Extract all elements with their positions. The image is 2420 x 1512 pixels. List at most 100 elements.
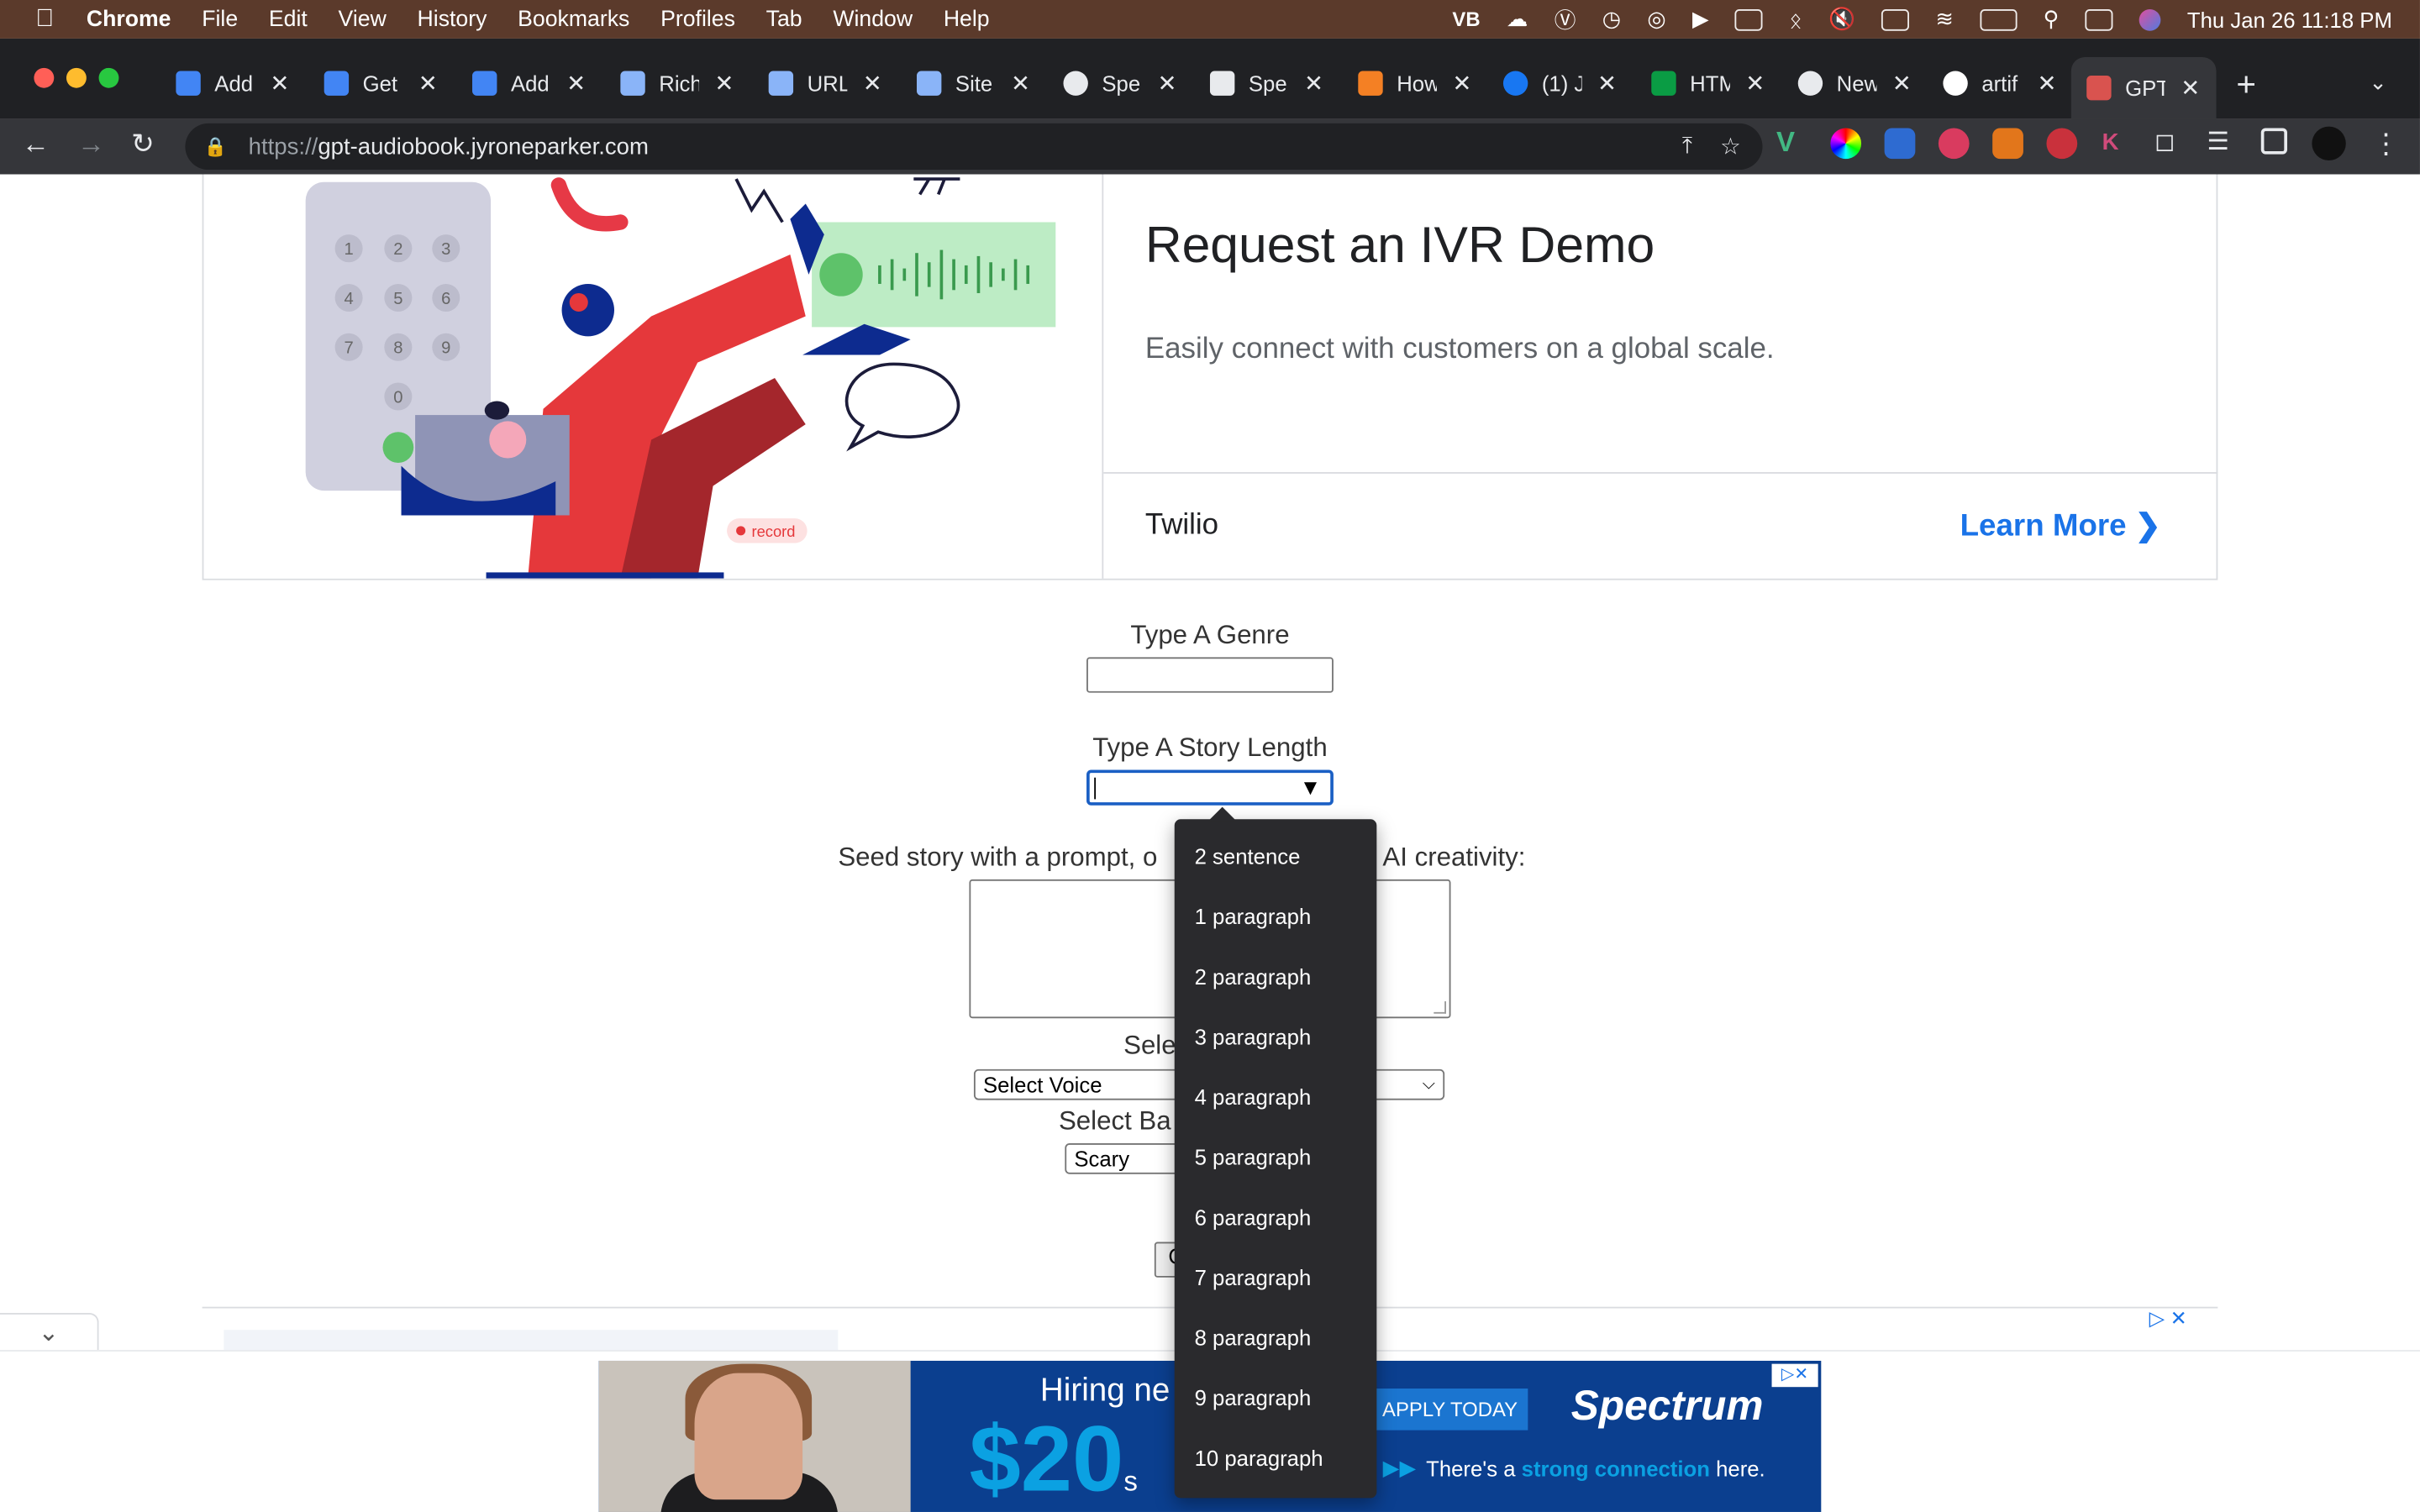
tab[interactable]: URL ✕ bbox=[768, 57, 882, 109]
menu-help[interactable]: Help bbox=[944, 7, 990, 31]
tab[interactable]: Site ✕ bbox=[916, 57, 1030, 109]
tab[interactable]: Add ✕ bbox=[176, 57, 290, 109]
apply-today-button[interactable]: APPLY TODAY bbox=[1371, 1389, 1528, 1431]
window-icon[interactable] bbox=[1735, 8, 1764, 30]
reading-list-icon[interactable]: ☰ bbox=[2207, 128, 2238, 159]
close-tab-icon[interactable]: ✕ bbox=[1452, 70, 1471, 97]
cloud-icon[interactable]: ☁ bbox=[1507, 6, 1528, 32]
option-3-paragraph[interactable]: 3 paragraph bbox=[1195, 1025, 1312, 1049]
back-icon[interactable]: ← bbox=[22, 128, 50, 160]
side-panel-icon[interactable] bbox=[2260, 128, 2287, 155]
tab[interactable]: artif ✕ bbox=[1943, 57, 2057, 109]
url-text[interactable]: https://gpt-audiobook.jyroneparker.com bbox=[249, 134, 649, 160]
vue-extension-icon[interactable]: V bbox=[1776, 127, 1807, 158]
lock-icon[interactable]: 🔒 bbox=[203, 136, 226, 158]
siri-icon[interactable] bbox=[2139, 8, 2161, 30]
dropdown-arrow-icon[interactable]: ▼ bbox=[1300, 774, 1321, 799]
close-tab-icon[interactable]: ✕ bbox=[714, 70, 734, 97]
wifi-icon[interactable]: ≋ bbox=[1936, 6, 1954, 32]
airdrop-icon[interactable]: ◎ bbox=[1647, 6, 1665, 32]
close-tab-icon[interactable]: ✕ bbox=[2037, 70, 2056, 97]
control-center-icon[interactable] bbox=[2085, 8, 2113, 30]
extension-icon[interactable] bbox=[2046, 128, 2078, 160]
tab[interactable]: Rich ✕ bbox=[620, 57, 734, 109]
menu-kebab-icon[interactable]: ⋮ bbox=[2372, 128, 2403, 159]
close-tab-icon[interactable]: ✕ bbox=[566, 70, 586, 97]
ad-close-icon[interactable]: ▷✕ bbox=[1771, 1363, 1818, 1388]
avatar[interactable] bbox=[2312, 126, 2346, 161]
option-7-paragraph[interactable]: 7 paragraph bbox=[1195, 1265, 1312, 1289]
menu-profiles[interactable]: Profiles bbox=[660, 7, 735, 31]
new-tab-button[interactable]: + bbox=[2236, 65, 2256, 105]
tab[interactable]: Add ✕ bbox=[472, 57, 586, 109]
share-icon[interactable]: ⤒ bbox=[1682, 133, 1692, 160]
resize-grip-icon[interactable] bbox=[1434, 1001, 1446, 1014]
option-6-paragraph[interactable]: 6 paragraph bbox=[1195, 1205, 1312, 1229]
minimize-window-button[interactable] bbox=[66, 67, 87, 88]
menu-edit[interactable]: Edit bbox=[269, 7, 308, 31]
genre-input[interactable] bbox=[1086, 657, 1334, 693]
puzzle-icon[interactable]: ◻ bbox=[2154, 128, 2186, 159]
tab-active[interactable]: GPT ✕ bbox=[2070, 56, 2216, 119]
close-tab-icon[interactable]: ✕ bbox=[270, 70, 289, 97]
spotlight-icon[interactable]: ⚲ bbox=[2044, 6, 2060, 32]
option-8-paragraph[interactable]: 8 paragraph bbox=[1195, 1326, 1312, 1350]
tab[interactable]: Spe ✕ bbox=[1209, 57, 1323, 109]
tab-search-chevron-icon[interactable]: ⌄ bbox=[2369, 70, 2387, 96]
ad-brand[interactable]: Twilio bbox=[1145, 509, 1218, 543]
time-machine-icon[interactable]: ◷ bbox=[1602, 6, 1621, 32]
close-tab-icon[interactable]: ✕ bbox=[1304, 70, 1323, 97]
extension-icon[interactable] bbox=[1884, 128, 1916, 160]
option-5-paragraph[interactable]: 5 paragraph bbox=[1195, 1145, 1312, 1169]
close-window-button[interactable] bbox=[34, 67, 55, 88]
option-2-sentence[interactable]: 2 sentence bbox=[1195, 844, 1301, 869]
extension-icon[interactable]: K bbox=[2102, 128, 2133, 159]
color-extension-icon[interactable] bbox=[1830, 128, 1862, 160]
tab[interactable]: HTM ✕ bbox=[1651, 57, 1765, 109]
clock[interactable]: Thu Jan 26 11:18 PM bbox=[2187, 7, 2392, 31]
tab[interactable]: How ✕ bbox=[1358, 57, 1471, 109]
reload-icon[interactable]: ↻ bbox=[131, 128, 155, 160]
option-10-paragraph[interactable]: 10 paragraph bbox=[1195, 1446, 1323, 1470]
close-tab-icon[interactable]: ✕ bbox=[1597, 70, 1617, 97]
option-9-paragraph[interactable]: 9 paragraph bbox=[1195, 1385, 1312, 1410]
story-length-select[interactable]: ▼ bbox=[1086, 769, 1334, 806]
wordpress-icon[interactable]: Ⓥ bbox=[1555, 4, 1576, 35]
battery-icon[interactable] bbox=[1980, 8, 2018, 30]
close-tab-icon[interactable]: ✕ bbox=[1745, 70, 1765, 97]
close-tab-icon[interactable]: ✕ bbox=[418, 70, 438, 97]
ad-choices-icon[interactable]: ▷ ✕ bbox=[2149, 1307, 2187, 1331]
status-vb[interactable]: VB bbox=[1452, 8, 1480, 31]
bluetooth-icon[interactable]: ᛟ bbox=[1789, 7, 1802, 31]
menu-app-name[interactable]: Chrome bbox=[87, 7, 171, 31]
tab[interactable]: Get ✕ bbox=[324, 57, 438, 109]
close-tab-icon[interactable]: ✕ bbox=[1158, 70, 1177, 97]
keyboard-icon[interactable] bbox=[1881, 8, 1910, 30]
forward-icon[interactable]: → bbox=[77, 128, 105, 160]
background-select[interactable]: Scary bbox=[1065, 1142, 1189, 1174]
close-tab-icon[interactable]: ✕ bbox=[863, 70, 882, 97]
menu-tab[interactable]: Tab bbox=[766, 7, 802, 31]
bookmark-star-icon[interactable]: ☆ bbox=[1720, 133, 1741, 160]
option-4-paragraph[interactable]: 4 paragraph bbox=[1195, 1084, 1312, 1109]
metamask-icon[interactable] bbox=[1992, 128, 2023, 160]
apple-icon[interactable]:  bbox=[31, 5, 59, 33]
play-icon[interactable]: ▶ bbox=[1692, 6, 1709, 32]
tab[interactable]: New ✕ bbox=[1797, 57, 1912, 109]
option-1-paragraph[interactable]: 1 paragraph bbox=[1195, 904, 1312, 928]
close-tab-icon[interactable]: ✕ bbox=[2181, 74, 2200, 102]
mute-icon[interactable]: 🔇 bbox=[1828, 6, 1855, 32]
learn-more-button[interactable]: Learn More ❯ bbox=[1960, 506, 2161, 544]
menu-view[interactable]: View bbox=[339, 7, 387, 31]
close-tab-icon[interactable]: ✕ bbox=[1011, 70, 1030, 97]
story-length-dropdown[interactable]: 2 sentence 1 paragraph 2 paragraph 3 par… bbox=[1174, 806, 1377, 1499]
tab[interactable]: (1) J ✕ bbox=[1502, 57, 1617, 109]
twilio-ad[interactable]: 123 456 789 0 record Request an IVR Demo… bbox=[202, 174, 2218, 580]
menu-bookmarks[interactable]: Bookmarks bbox=[518, 7, 629, 31]
address-bar[interactable]: 🔒 https://gpt-audiobook.jyroneparker.com… bbox=[185, 123, 1763, 171]
close-tab-icon[interactable]: ✕ bbox=[1892, 70, 1912, 97]
tab[interactable]: Spe ✕ bbox=[1063, 57, 1177, 109]
menu-window[interactable]: Window bbox=[833, 7, 913, 31]
ad-title[interactable]: Request an IVR Demo bbox=[1145, 216, 1655, 275]
menu-history[interactable]: History bbox=[418, 7, 487, 31]
